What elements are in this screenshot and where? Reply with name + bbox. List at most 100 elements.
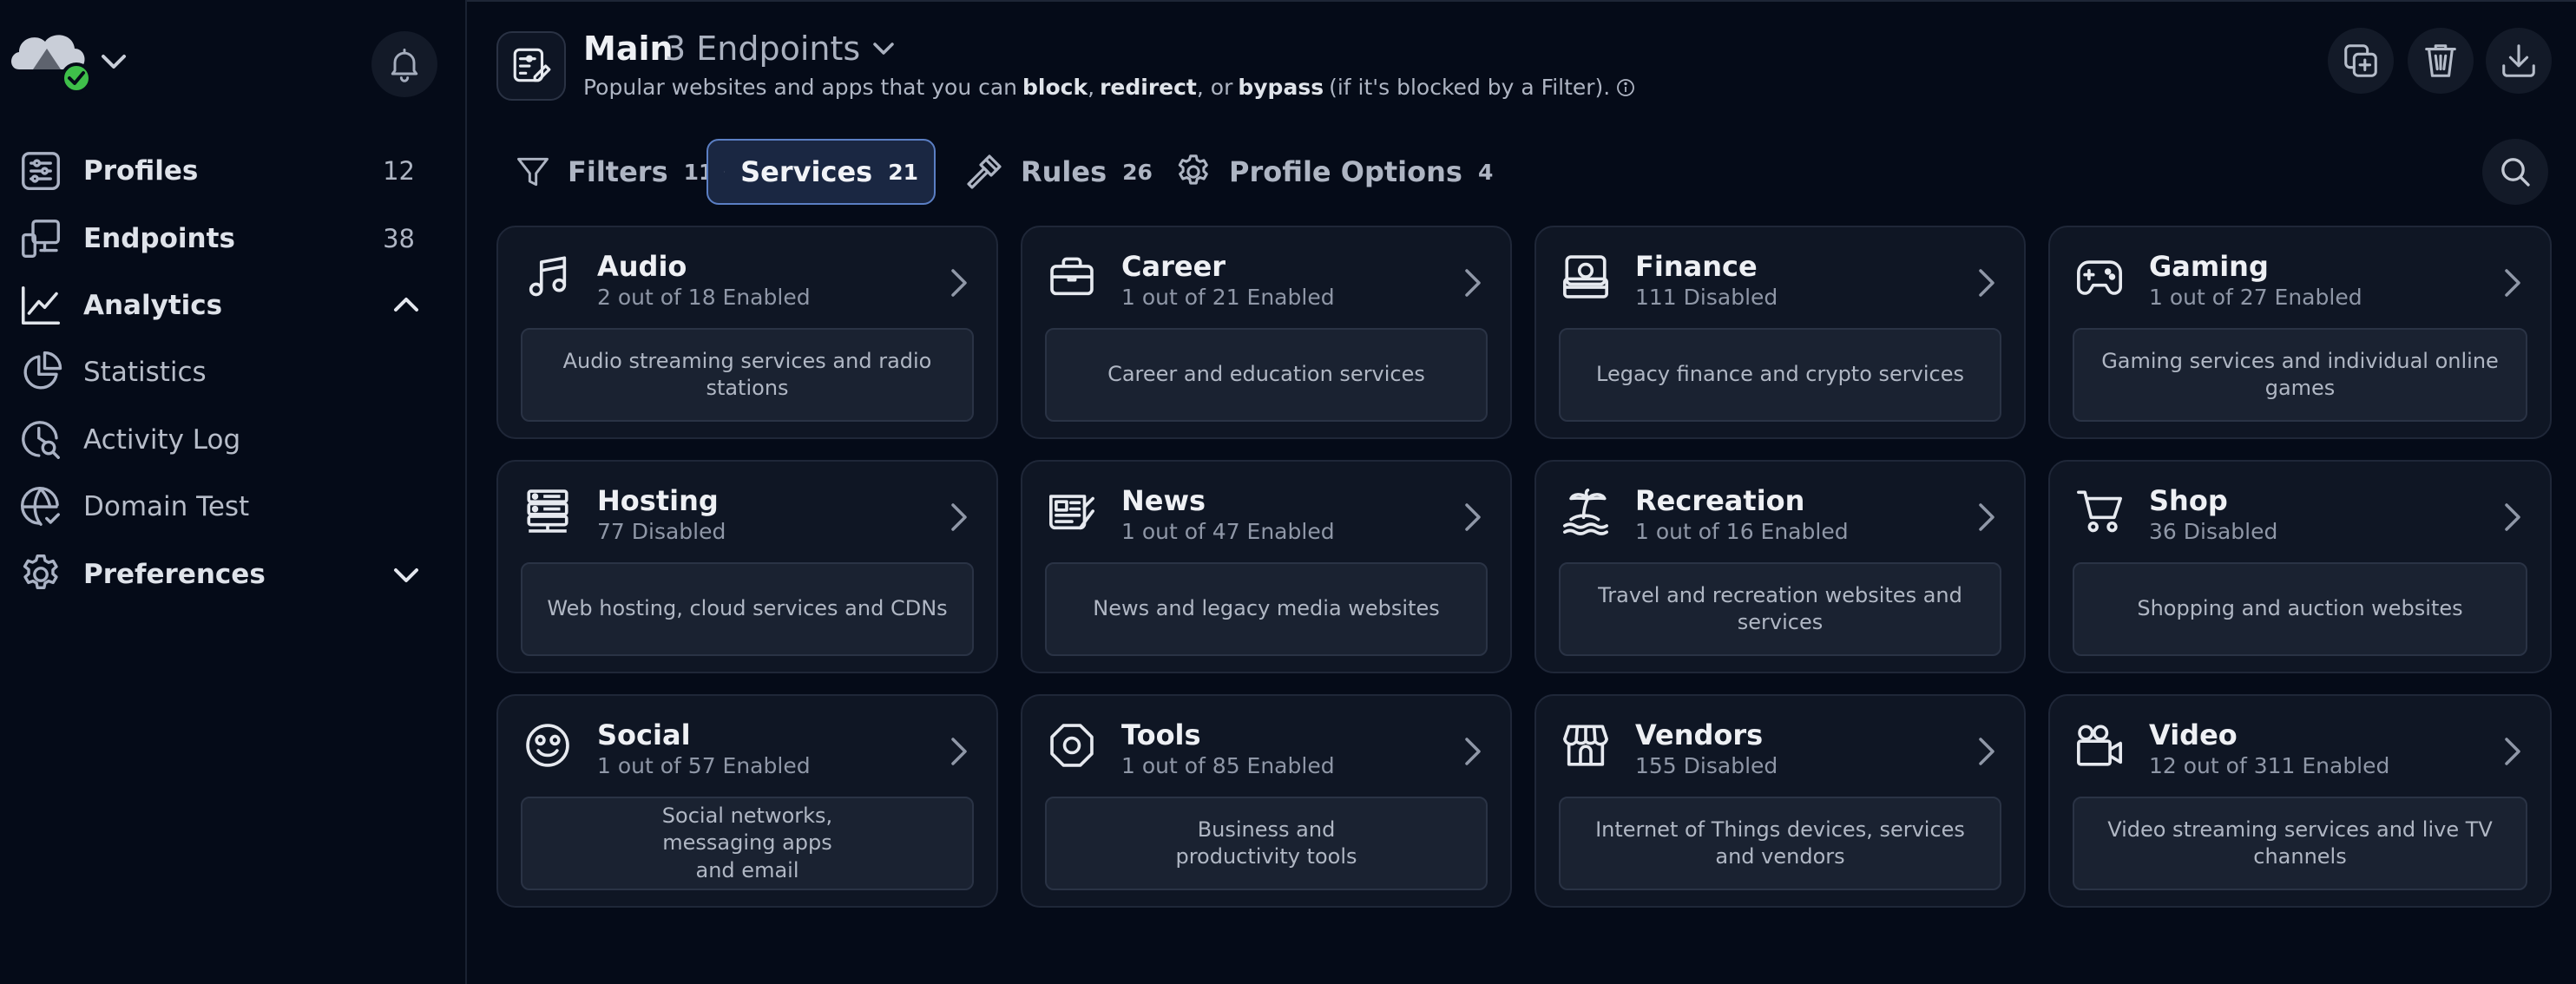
service-card-gaming[interactable]: Gaming 1 out of 27 Enabled Gaming servic… [2048,226,2552,439]
tab-label: Filters [568,155,668,188]
card-description: Gaming services and individual online ga… [2073,328,2527,422]
service-card-news[interactable]: News 1 out of 47 Enabled News and legacy… [1021,460,1512,673]
sidebar-item-endpoints[interactable]: Endpoints 38 [0,208,465,269]
sidebar-item-label: Statistics [83,357,207,388]
service-card-recreation[interactable]: Recreation 1 out of 16 Enabled Travel an… [1534,460,2026,673]
sidebar-item-activity-log[interactable]: Activity Log [0,410,465,470]
card-status: 36 Disabled [2149,519,2278,544]
sliders-icon [17,148,64,194]
sidebar-item-label: Endpoints [83,223,235,254]
sidebar: Profiles 12 Endpoints 38 Analytics Stati… [0,0,467,984]
tab-count: 4 [1477,159,1494,185]
download-icon [2502,44,2535,77]
card-status: 1 out of 16 Enabled [1635,519,1849,544]
sidebar-item-count: 38 [383,224,415,253]
sidebar-item-count: 12 [383,156,415,186]
octagon-icon [1047,720,1097,771]
storefront-icon [1561,720,1611,771]
search-icon [2501,158,2530,187]
tab-rules[interactable]: Rules 26 [963,139,1153,205]
card-description: Career and education services [1045,328,1488,422]
card-description: Legacy finance and crypto services [1559,328,2001,422]
service-card-audio[interactable]: Audio 2 out of 18 Enabled Audio streamin… [496,226,998,439]
sidebar-item-preferences[interactable]: Preferences [0,544,465,605]
chevron-right-icon [951,503,967,531]
tab-services[interactable]: Services 21 [706,139,936,205]
chevron-down-icon[interactable] [99,49,128,75]
tab-profile-options[interactable]: Profile Options 4 [1173,139,1493,205]
chevron-down-icon [873,43,894,55]
service-card-finance[interactable]: Finance 111 Disabled Legacy finance and … [1534,226,2026,439]
notifications-button[interactable] [371,31,437,97]
card-title: Social [597,718,691,751]
sidebar-item-analytics[interactable]: Analytics [0,275,465,336]
sidebar-item-statistics[interactable]: Statistics [0,342,465,403]
tab-count: 21 [888,159,918,185]
card-description: News and legacy media websites [1045,562,1488,656]
globe-check-icon [17,483,64,530]
service-card-hosting[interactable]: Hosting 77 Disabled Web hosting, cloud s… [496,460,998,673]
sidebar-item-domain-test[interactable]: Domain Test [0,476,465,537]
line-chart-icon [17,282,64,329]
bank-card-icon [1561,252,1611,302]
card-status: 12 out of 311 Enabled [2149,753,2390,778]
chevron-right-icon [1465,269,1481,297]
page-title: Main [583,30,674,68]
sidebar-item-profiles[interactable]: Profiles 12 [0,141,465,201]
card-title: Video [2149,718,2238,751]
service-card-career[interactable]: Career 1 out of 21 Enabled Career and ed… [1021,226,1512,439]
devices-icon [17,215,64,262]
desc-part: Popular websites and apps that you can [583,75,1018,100]
service-card-social[interactable]: Social 1 out of 57 Enabled Social networ… [496,694,998,908]
service-card-shop[interactable]: Shop 36 Disabled Shopping and auction we… [2048,460,2552,673]
grid-icon [724,171,726,173]
tab-filters[interactable]: Filters 11 [514,139,713,205]
card-description: Audio streaming services and radio stati… [521,328,974,422]
sidebar-item-label: Preferences [83,559,266,590]
gear-icon [17,551,64,598]
endpoints-label: 3 Endpoints [665,30,861,68]
chevron-up-icon[interactable] [391,292,422,318]
service-card-video[interactable]: Video 12 out of 311 Enabled Video stream… [2048,694,2552,908]
info-icon[interactable] [1615,77,1636,98]
download-button[interactable] [2486,28,2552,94]
chevron-right-icon [2505,503,2520,531]
chevron-down-icon[interactable] [391,561,422,587]
card-status: 1 out of 21 Enabled [1121,285,1335,310]
duplicate-button[interactable] [2328,28,2394,94]
card-status: 111 Disabled [1635,285,1778,310]
card-title: Finance [1635,250,1758,283]
chevron-right-icon [1979,738,1994,765]
profile-settings-icon[interactable] [496,31,566,101]
card-description: Travel and recreation websites and servi… [1559,562,2001,656]
desc-redirect: redirect [1100,75,1197,100]
chevron-right-icon [1979,269,1994,297]
card-status: 1 out of 47 Enabled [1121,519,1335,544]
endpoints-dropdown[interactable]: 3 Endpoints [665,30,897,68]
page-description: Popular websites and apps that you can b… [583,75,1636,100]
tab-label: Services [740,155,873,188]
hammer-icon [967,154,1002,189]
filter-icon [517,157,549,187]
check-badge-icon [61,62,90,94]
chevron-right-icon [1465,738,1481,765]
card-title: Recreation [1635,484,1805,517]
cloud-shield-logo[interactable] [7,30,90,94]
island-icon [1561,486,1611,536]
service-card-vendors[interactable]: Vendors 155 Disabled Internet of Things … [1534,694,2026,908]
search-button[interactable] [2482,139,2548,205]
smiley-icon [522,720,573,771]
video-camera-icon [2074,720,2125,771]
chevron-right-icon [2505,738,2520,765]
service-card-tools[interactable]: Tools 1 out of 85 Enabled Business and p… [1021,694,1512,908]
chevron-right-icon [1465,503,1481,531]
delete-button[interactable] [2408,28,2474,94]
chevron-right-icon [951,269,967,297]
desc-part: , [1088,75,1095,100]
chevron-right-icon [2505,269,2520,297]
card-title: Hosting [597,484,719,517]
newspaper-icon [1047,486,1097,536]
card-status: 2 out of 18 Enabled [597,285,811,310]
sidebar-item-label: Profiles [83,155,199,187]
pie-chart-icon [17,349,64,396]
